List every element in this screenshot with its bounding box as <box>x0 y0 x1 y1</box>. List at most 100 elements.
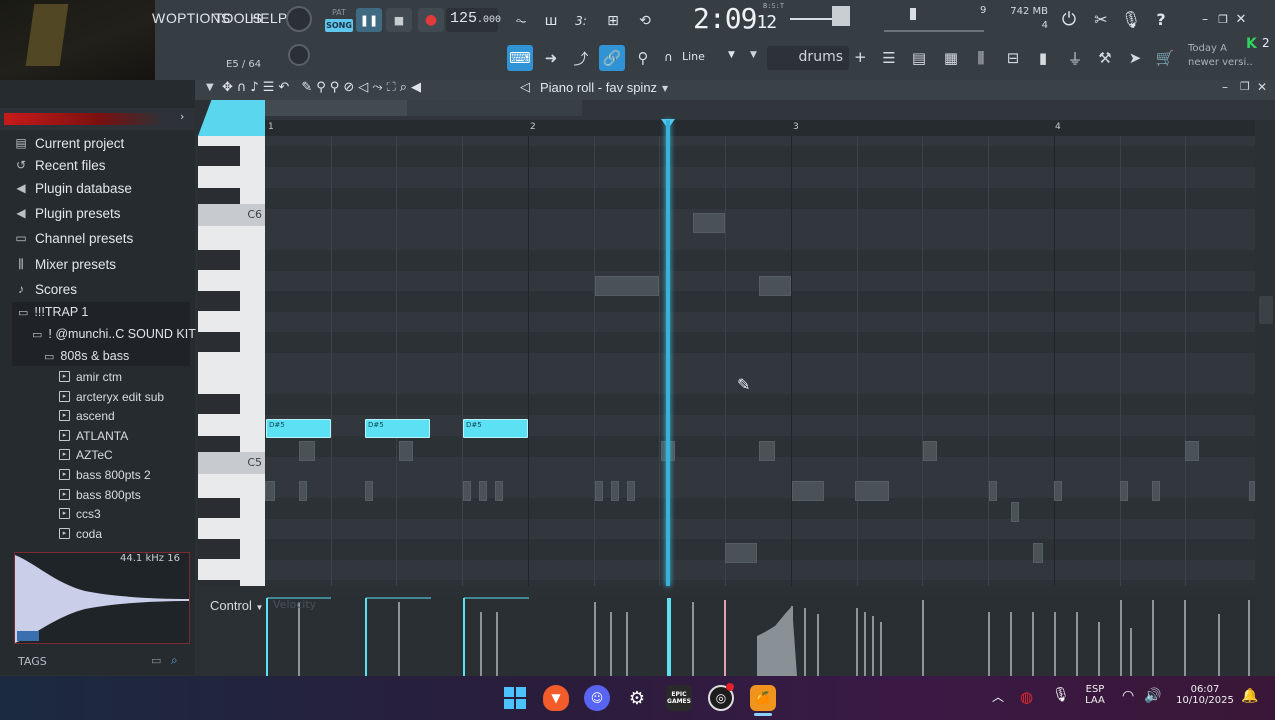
add-pattern-button[interactable]: + <box>854 48 867 66</box>
countdown-icon[interactable]: 3: <box>568 8 594 34</box>
sample-preview-waveform[interactable] <box>14 552 190 644</box>
pat-song-toggle[interactable]: PAT SONG <box>325 6 353 34</box>
song-position-display[interactable]: 2:0912 B:S:T <box>693 2 784 35</box>
vertical-scrollbar[interactable] <box>1257 136 1275 586</box>
plug-icon[interactable]: ⏚ <box>1062 45 1088 71</box>
master-volume-knob[interactable] <box>286 6 312 32</box>
zoom-handle[interactable] <box>198 100 265 136</box>
notification-bell-icon[interactable]: 🔔 <box>1241 688 1258 704</box>
nav-current-project[interactable]: ▤ Current project <box>14 131 192 155</box>
nav-mixer-presets[interactable]: ⫼ Mixer presets <box>14 252 192 276</box>
black-key[interactable] <box>198 146 240 166</box>
pattern-dropdown-icon[interactable]: ▼ <box>750 50 757 60</box>
nav-recent-files[interactable]: ↺ Recent files <box>14 153 192 177</box>
nav-plugin-presets[interactable]: ◀ Plugin presets <box>14 201 192 225</box>
search-icon[interactable]: ⌕ <box>171 653 178 668</box>
black-key[interactable] <box>198 291 240 311</box>
channel-rack-icon[interactable]: ▦ <box>938 45 964 71</box>
key-c6[interactable]: C6 <box>198 204 265 226</box>
black-key[interactable] <box>198 539 240 559</box>
nav-plugin-database[interactable]: ◀ Plugin database <box>14 176 192 200</box>
piano-roll-view-icon[interactable]: ⌨ <box>507 45 533 71</box>
link-icon[interactable]: 🔗 <box>599 45 625 71</box>
chevron-down-icon[interactable]: ▼ <box>662 84 668 93</box>
fl-studio-icon[interactable]: 🍊 <box>750 685 776 711</box>
language-indicator[interactable]: ESP LAA <box>1082 684 1108 706</box>
clock[interactable]: 06:07 10/10/2025 <box>1170 684 1240 706</box>
wait-input-icon[interactable]: ꟺ <box>538 8 564 34</box>
tray-expand-icon[interactable]: ︿ <box>992 688 1004 705</box>
overview-viewport[interactable] <box>265 100 407 116</box>
playlist-icon[interactable]: ☰ <box>876 45 902 71</box>
menu-help[interactable]: HELP <box>250 10 287 26</box>
browser-icon[interactable]: ⊟ <box>1000 45 1026 71</box>
loop-record-icon[interactable]: ⟲ <box>632 8 658 34</box>
pr-restore-icon[interactable]: ❐ <box>1240 80 1250 93</box>
plugin-picker-icon[interactable]: ▮ <box>1030 45 1056 71</box>
pr-minimize-icon[interactable]: – <box>1222 80 1228 94</box>
scissors-icon[interactable]: ✂ <box>1088 6 1114 32</box>
black-key[interactable] <box>198 498 240 518</box>
note-d-sharp-5[interactable]: D#5 <box>365 419 430 438</box>
time-ruler[interactable] <box>265 120 1255 136</box>
key-c5[interactable]: C5 <box>198 452 265 474</box>
arrow-right-icon[interactable]: ➜ <box>538 45 564 71</box>
folder-808s[interactable]: ▭ 808s & bass <box>44 346 129 366</box>
file-item[interactable]: ▸ arcteryx edit sub <box>59 387 164 406</box>
folder-sound-kit[interactable]: ▭ ! @munchi..C SOUND KIT <box>32 324 196 344</box>
master-pitch-knob[interactable] <box>288 44 310 66</box>
metronome-tool-icon[interactable]: ⚲ <box>630 45 656 71</box>
note-d-sharp-5[interactable]: D#5 <box>266 419 331 438</box>
microphone-icon[interactable]: 🎙 <box>1118 6 1144 32</box>
pause-button[interactable]: ❚❚ <box>356 8 382 32</box>
stop-button[interactable]: ■ <box>386 8 412 32</box>
nav-channel-presets[interactable]: ▭ Channel presets <box>14 226 192 250</box>
file-item[interactable]: ▸ ccs3 <box>59 504 101 523</box>
slide-tool-icon[interactable]: ⤴ <box>568 45 594 71</box>
step-edit-icon[interactable]: ⊞ <box>600 8 626 34</box>
note-grid[interactable]: D#5 D#5 D#5 <box>265 136 1255 586</box>
send-icon[interactable]: ➤ <box>1122 45 1148 71</box>
pr-close-icon[interactable]: ✕ <box>1257 80 1267 94</box>
menu-view[interactable]: W <box>152 10 165 26</box>
power-icon[interactable]: ⏻ <box>1056 6 1082 32</box>
mixer-icon[interactable]: ⫼ <box>968 45 994 71</box>
volume-icon[interactable]: 🔊 <box>1144 688 1161 704</box>
scrollbar-thumb[interactable] <box>1259 296 1273 324</box>
file-item[interactable]: ▸ amir ctm <box>59 367 122 386</box>
piano-roll-tools[interactable]: ✥∩♪☰↶ ✎⚲⚲⊘◁⤳⛶⌕◀ <box>222 80 425 95</box>
file-item[interactable]: ▸ ascend <box>59 406 115 425</box>
epic-games-icon[interactable]: EPIC GAMES <box>666 685 692 711</box>
record-button[interactable]: ● <box>418 8 444 32</box>
brave-browser-icon[interactable]: ▼ <box>543 685 569 711</box>
piano-roll-menu-icon[interactable]: ▼ <box>206 82 214 93</box>
playhead[interactable] <box>666 120 670 586</box>
control-select[interactable]: Control ▼ <box>210 598 263 613</box>
file-item[interactable]: ▸ ATLANTA <box>59 426 128 445</box>
pattern-selector[interactable]: drums <box>767 46 849 70</box>
black-key[interactable] <box>198 250 240 270</box>
black-key[interactable] <box>198 394 240 414</box>
file-item[interactable]: ▸ AZTeC <box>59 445 113 464</box>
metronome-icon[interactable]: ⏦ <box>508 8 534 34</box>
piano-keyboard[interactable]: C6 C5 <box>198 136 265 586</box>
tempo-display[interactable]: 125.000 <box>446 8 501 32</box>
browser-collapse-icon[interactable]: › <box>180 110 184 123</box>
folder-trap1[interactable]: ▭ !!!TRAP 1 <box>18 302 88 322</box>
close-icon[interactable]: ✕ <box>1228 6 1254 32</box>
nav-scores[interactable]: ♪ Scores <box>14 277 192 301</box>
piano-roll-overview[interactable] <box>265 100 1275 120</box>
wifi-icon[interactable]: ◠ <box>1122 688 1134 704</box>
discord-icon[interactable]: ☺ <box>584 685 610 711</box>
start-icon[interactable] <box>502 685 528 711</box>
folder-icon[interactable]: ▭ <box>151 654 161 667</box>
snap-select[interactable]: ∩ Line ▼ <box>662 47 742 69</box>
tray-mic-icon[interactable]: 🎙 <box>1052 687 1070 703</box>
piano-roll-icon[interactable]: ▤ <box>906 45 932 71</box>
file-item[interactable]: ▸ coda <box>59 524 102 543</box>
black-key[interactable] <box>198 332 240 352</box>
file-item[interactable]: ▸ bass 800pts 2 <box>59 465 151 484</box>
velocity-lane[interactable]: Velocity <box>265 596 1255 676</box>
help-icon[interactable]: ? <box>1148 6 1174 32</box>
tray-app-icon[interactable]: ◍ <box>1020 688 1033 706</box>
